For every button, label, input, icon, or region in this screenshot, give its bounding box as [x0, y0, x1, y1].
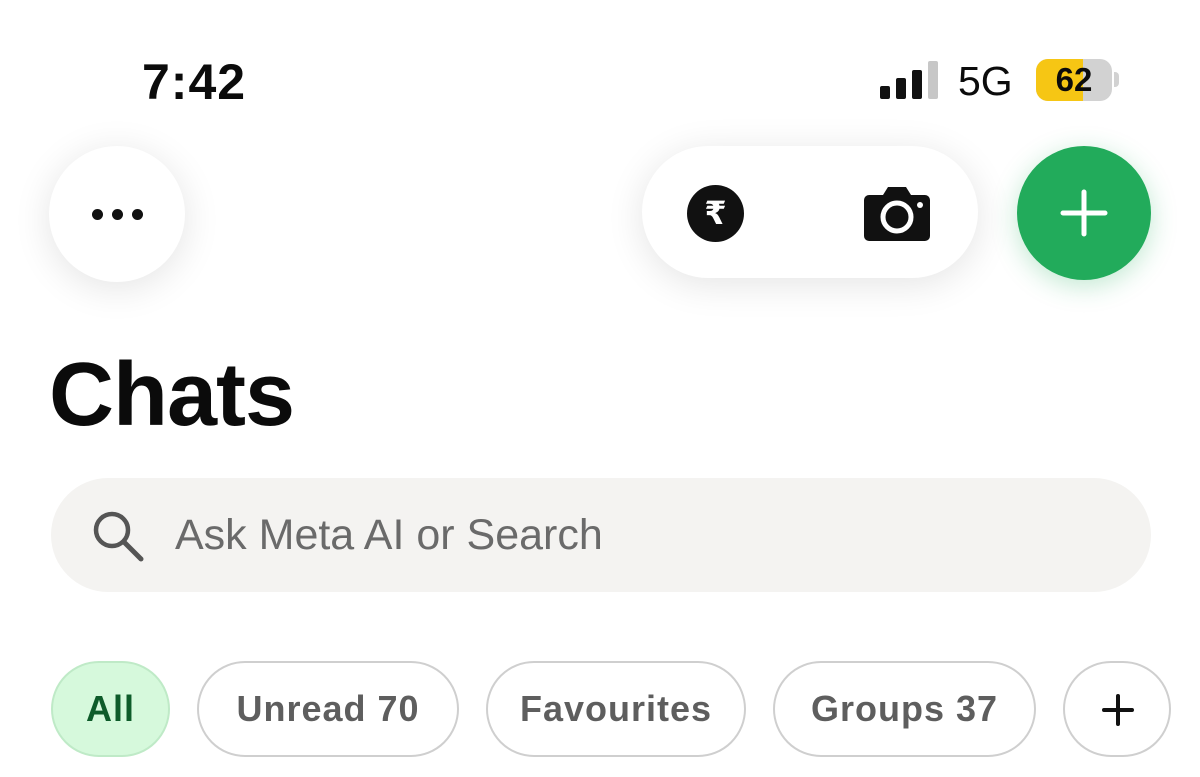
rupee-icon: ₹ — [687, 185, 744, 242]
battery-level: 62 — [1055, 61, 1093, 98]
more-options-button[interactable] — [49, 146, 185, 282]
network-type: 5G — [958, 58, 1013, 104]
filter-chip-unread[interactable]: Unread 70 — [197, 661, 459, 757]
camera-button[interactable] — [854, 176, 940, 250]
signal-strength-icon — [880, 61, 938, 99]
status-time: 7:42 — [142, 54, 247, 110]
filter-chip-groups[interactable]: Groups 37 — [773, 661, 1036, 757]
signal-bar — [896, 78, 906, 99]
signal-bar — [912, 70, 922, 99]
camera-icon — [864, 187, 930, 241]
payments-button[interactable]: ₹ — [676, 181, 756, 245]
more-horizontal-icon — [92, 209, 144, 221]
search-bar[interactable] — [51, 478, 1151, 592]
new-chat-button[interactable] — [1017, 146, 1151, 280]
plus-icon — [1060, 189, 1108, 237]
filter-chip-favourites[interactable]: Favourites — [486, 661, 746, 757]
plus-icon — [1102, 694, 1134, 726]
battery-tip — [1114, 72, 1119, 87]
search-icon — [93, 511, 144, 562]
signal-bar — [880, 86, 890, 99]
battery-icon: 62 — [1036, 59, 1112, 101]
page-title: Chats — [49, 345, 295, 445]
signal-bar — [928, 61, 938, 99]
add-filter-button[interactable] — [1063, 661, 1171, 757]
search-input[interactable] — [175, 498, 1075, 572]
filter-chip-all[interactable]: All — [51, 661, 170, 757]
